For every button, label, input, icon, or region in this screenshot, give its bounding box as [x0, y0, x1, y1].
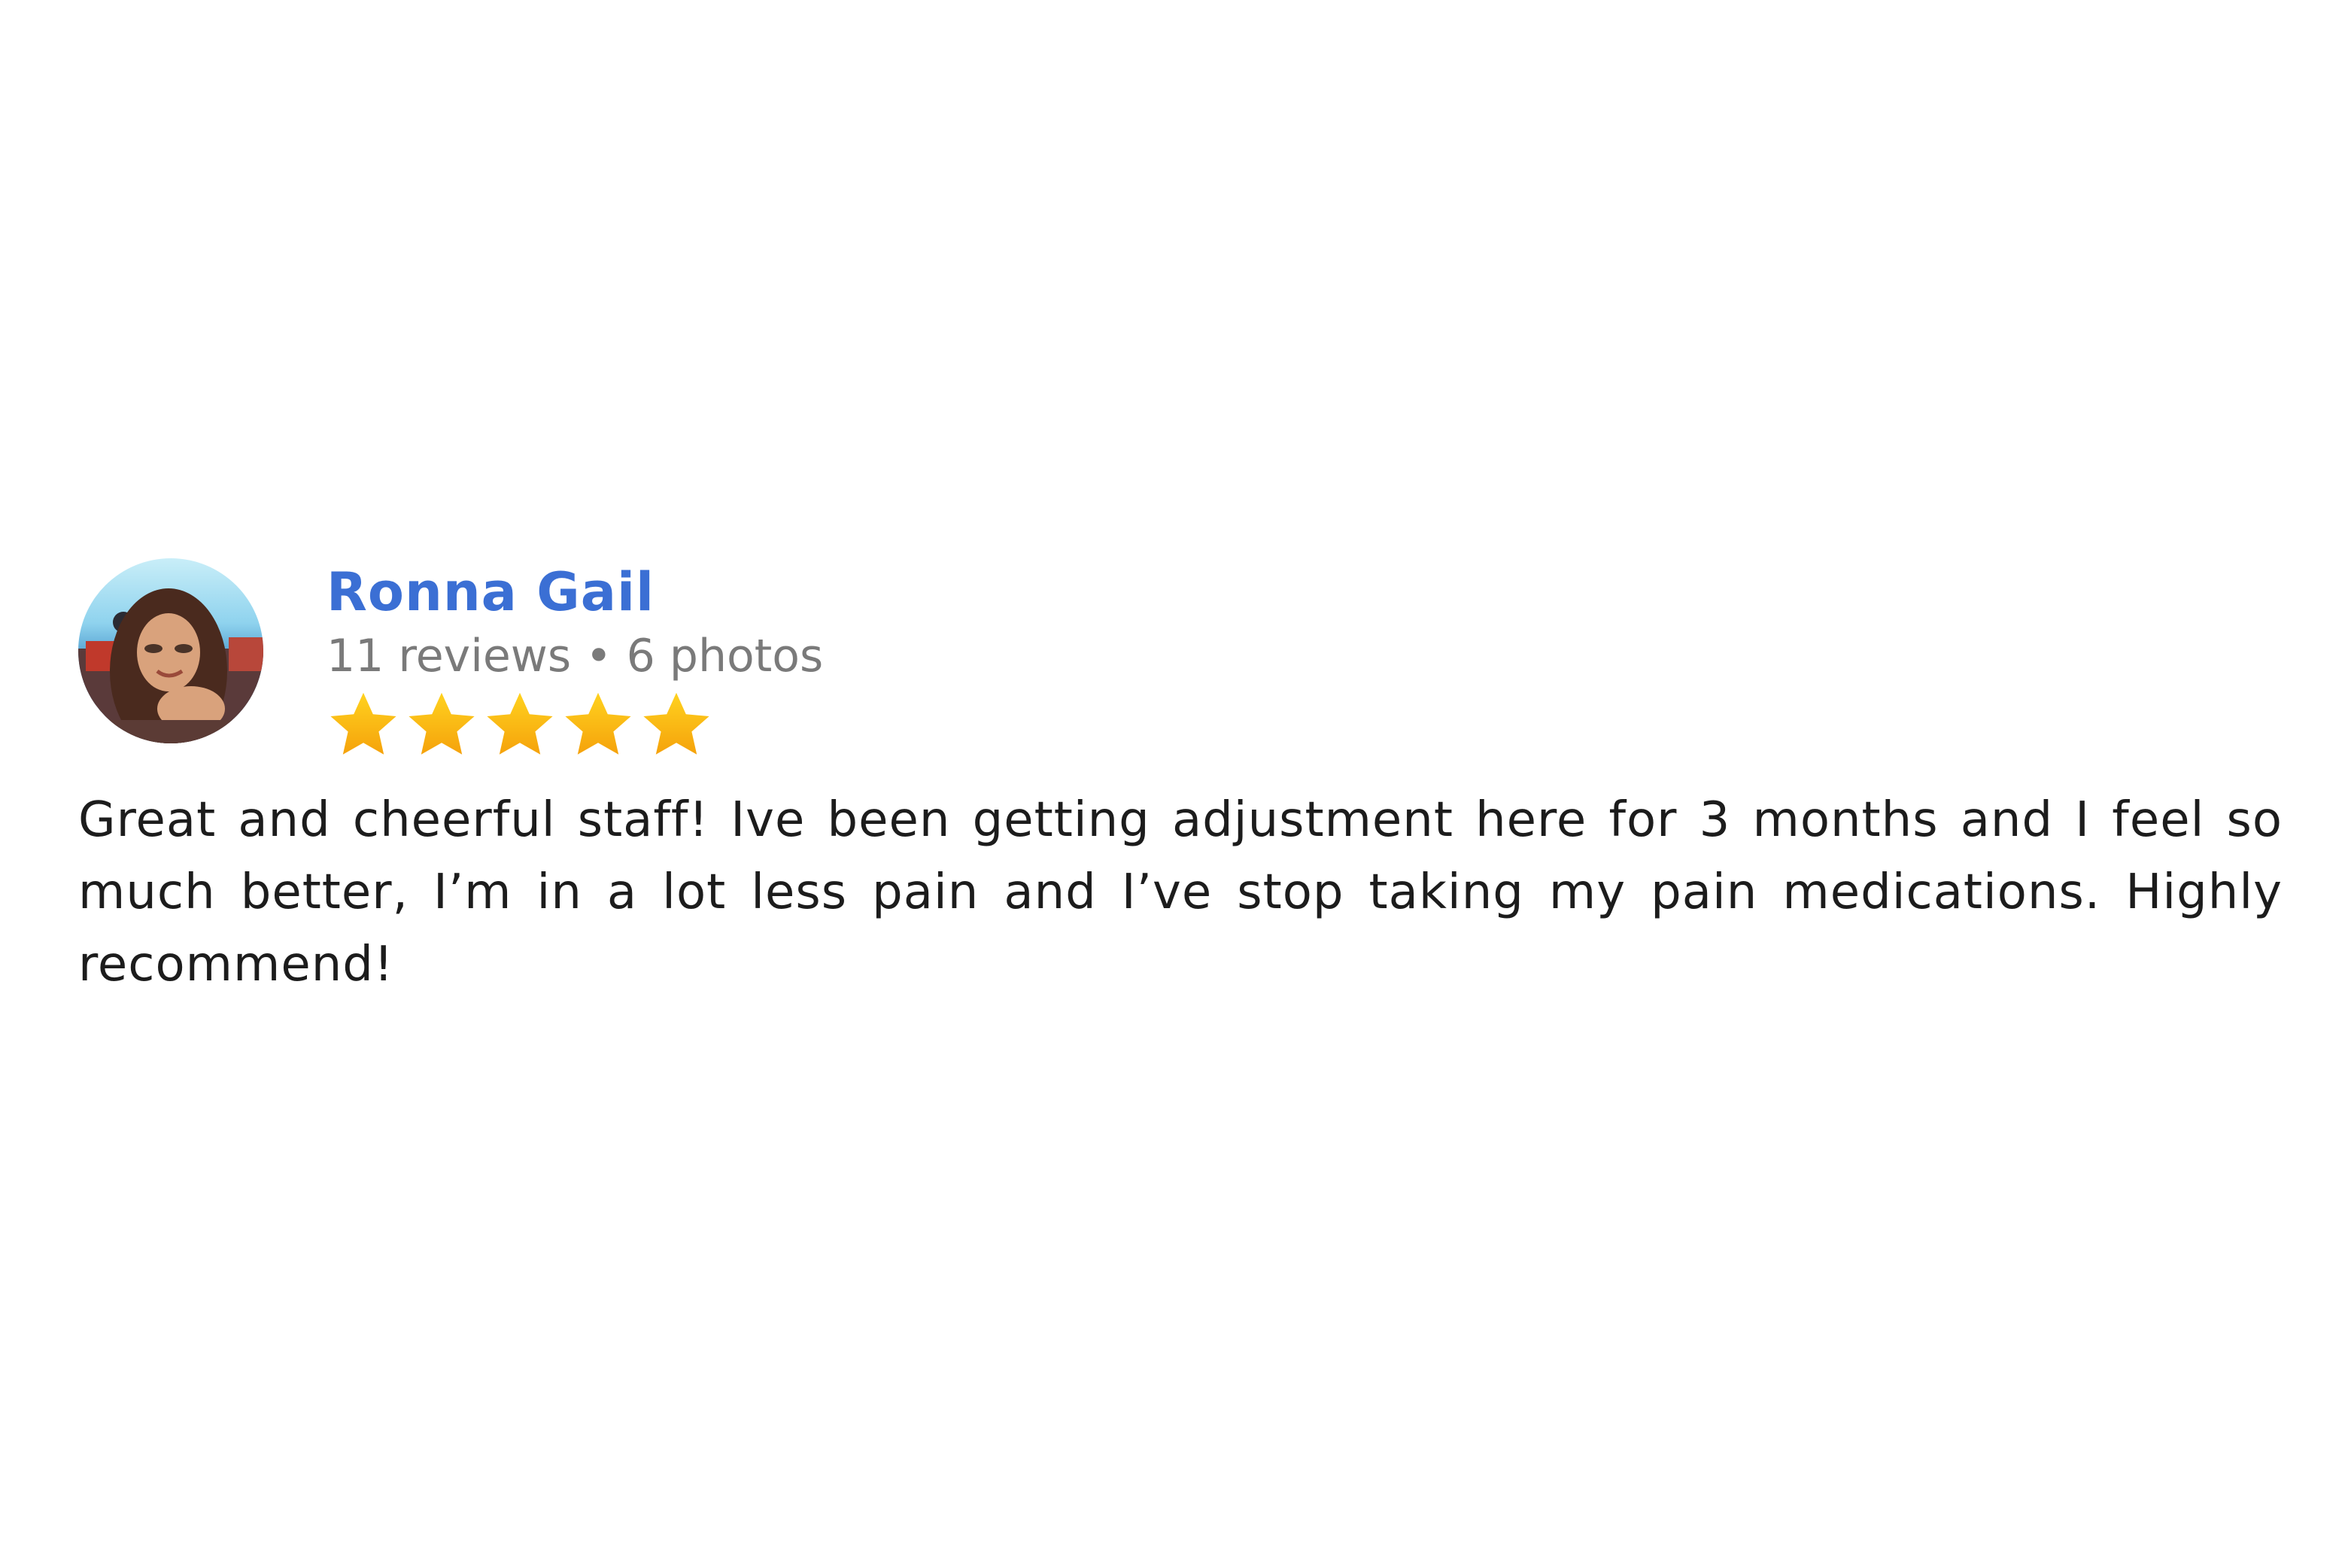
- star-icon: [330, 692, 396, 755]
- star-rating: [327, 689, 823, 761]
- review-header: Ronna Gail 11 reviews • 6 photos: [78, 558, 2283, 755]
- star-icon: [643, 692, 709, 755]
- review-text: Great and cheerful staff! Ive been getti…: [78, 792, 2283, 992]
- review-card: Ronna Gail 11 reviews • 6 photos Great a…: [78, 558, 2283, 1001]
- avatar[interactable]: [78, 558, 263, 743]
- star-icon: [409, 692, 475, 755]
- star-icon: [565, 692, 631, 755]
- star-icon: [487, 692, 553, 755]
- reviewer-stats: 11 reviews • 6 photos: [327, 630, 824, 682]
- avatar-photo-icon: [78, 558, 263, 743]
- reviewer-name[interactable]: Ronna Gail: [327, 558, 823, 626]
- reviewer-meta: Ronna Gail 11 reviews • 6 photos: [327, 558, 823, 761]
